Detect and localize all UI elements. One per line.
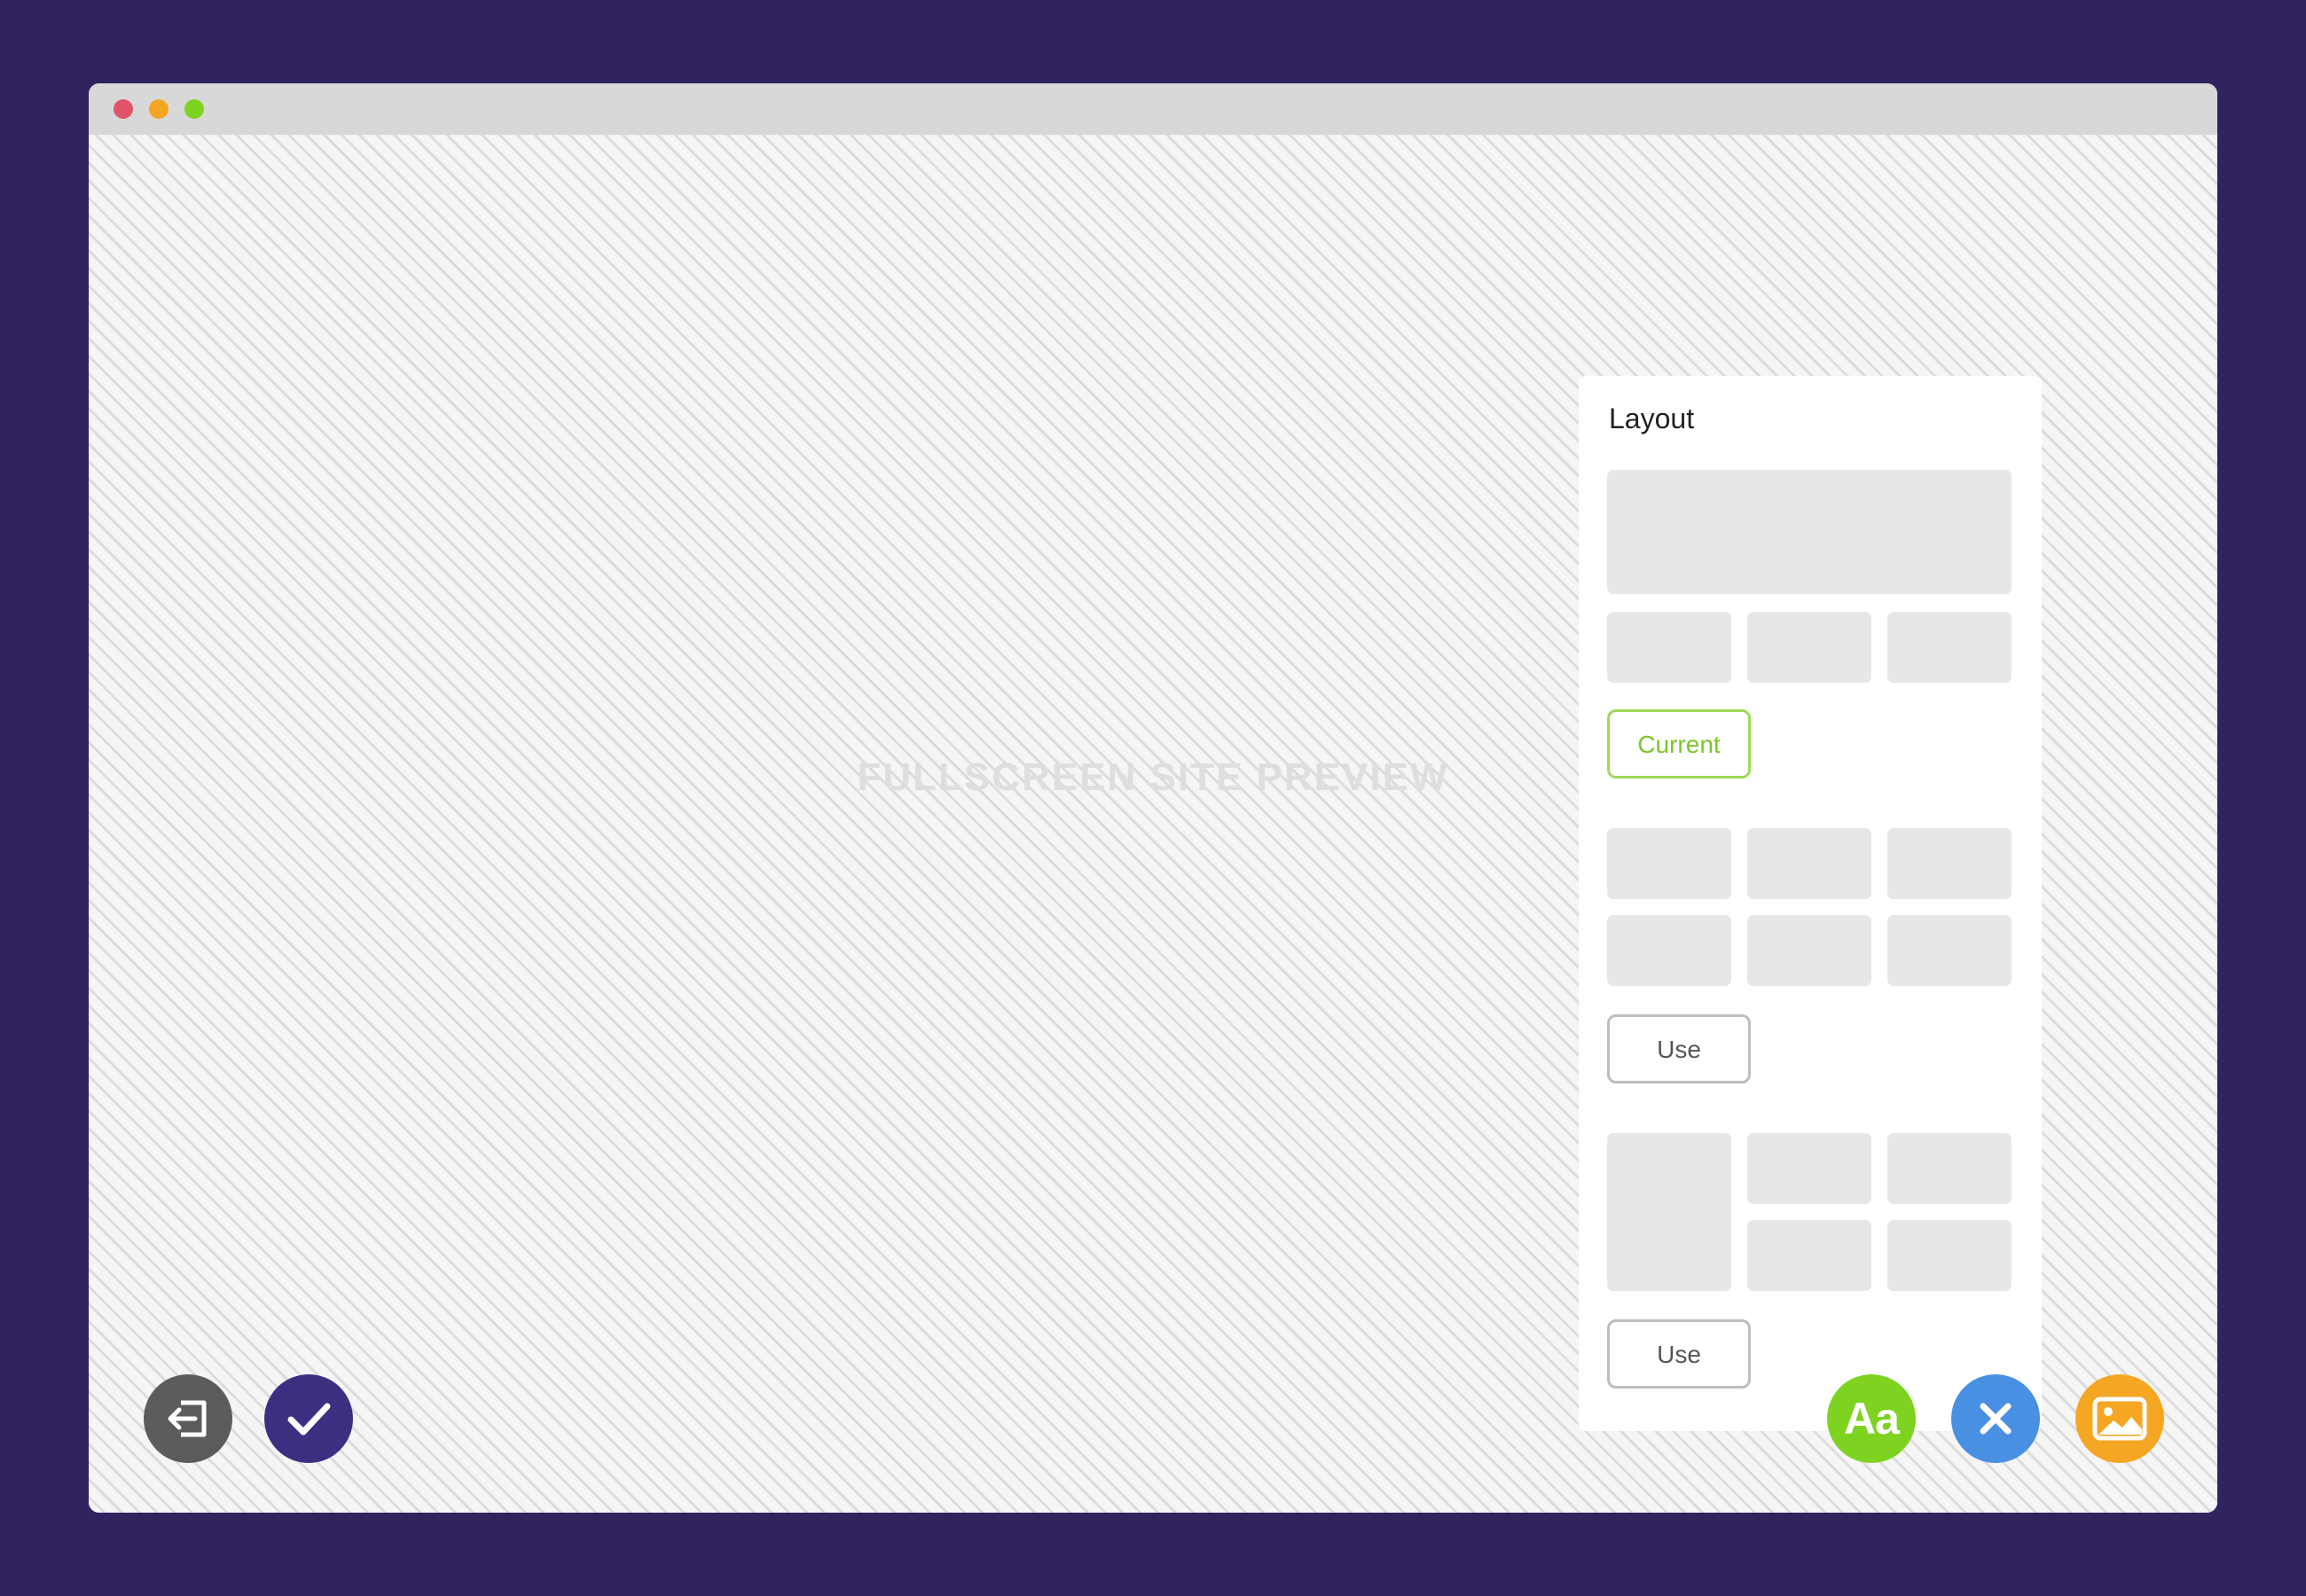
layout-thumbnail-block	[1887, 1220, 2012, 1291]
check-icon	[282, 1392, 335, 1445]
image-settings-button[interactable]	[2075, 1374, 2164, 1463]
layout-thumbnail-block	[1747, 828, 1871, 899]
title-bar	[89, 83, 2217, 135]
browser-window: FULLSCREEN SITE PREVIEW Layout Current U…	[89, 83, 2217, 1513]
use-layout-button[interactable]: Use	[1607, 1319, 1751, 1389]
layout-thumbnail-block	[1607, 612, 1731, 683]
use-layout-button[interactable]: Use	[1607, 1014, 1751, 1084]
site-preview-area: FULLSCREEN SITE PREVIEW Layout Current U…	[89, 135, 2217, 1513]
close-button[interactable]	[1951, 1374, 2040, 1463]
close-window-control[interactable]	[114, 99, 133, 119]
layout-thumbnail-block	[1747, 612, 1871, 683]
current-layout-button[interactable]: Current	[1607, 709, 1751, 778]
close-icon	[1971, 1394, 2020, 1443]
image-icon	[2090, 1394, 2149, 1443]
maximize-window-control[interactable]	[184, 99, 204, 119]
layout-thumbnail-block	[1607, 470, 2012, 594]
panel-title: Layout	[1609, 403, 1695, 434]
minimize-window-control[interactable]	[149, 99, 169, 119]
layout-thumbnail-block	[1887, 915, 2012, 986]
font-settings-button[interactable]: Aa	[1827, 1374, 1916, 1463]
layout-thumbnail-block	[1887, 612, 2012, 683]
font-icon: Aa	[1844, 1394, 1900, 1443]
layout-panel: Layout Current Use Use	[1579, 376, 2042, 1431]
confirm-button[interactable]	[264, 1374, 353, 1463]
exit-button[interactable]	[144, 1374, 232, 1463]
layout-thumbnail-block	[1607, 1133, 1731, 1291]
layout-thumbnail-block	[1607, 828, 1731, 899]
layout-thumbnail-block	[1887, 828, 2012, 899]
layout-thumbnail-block	[1747, 1133, 1871, 1204]
exit-icon	[161, 1392, 215, 1445]
layout-thumbnail-block	[1747, 1220, 1871, 1291]
layout-thumbnail-block	[1747, 915, 1871, 986]
layout-thumbnail-block	[1887, 1133, 2012, 1204]
layout-thumbnail-block	[1607, 915, 1731, 986]
